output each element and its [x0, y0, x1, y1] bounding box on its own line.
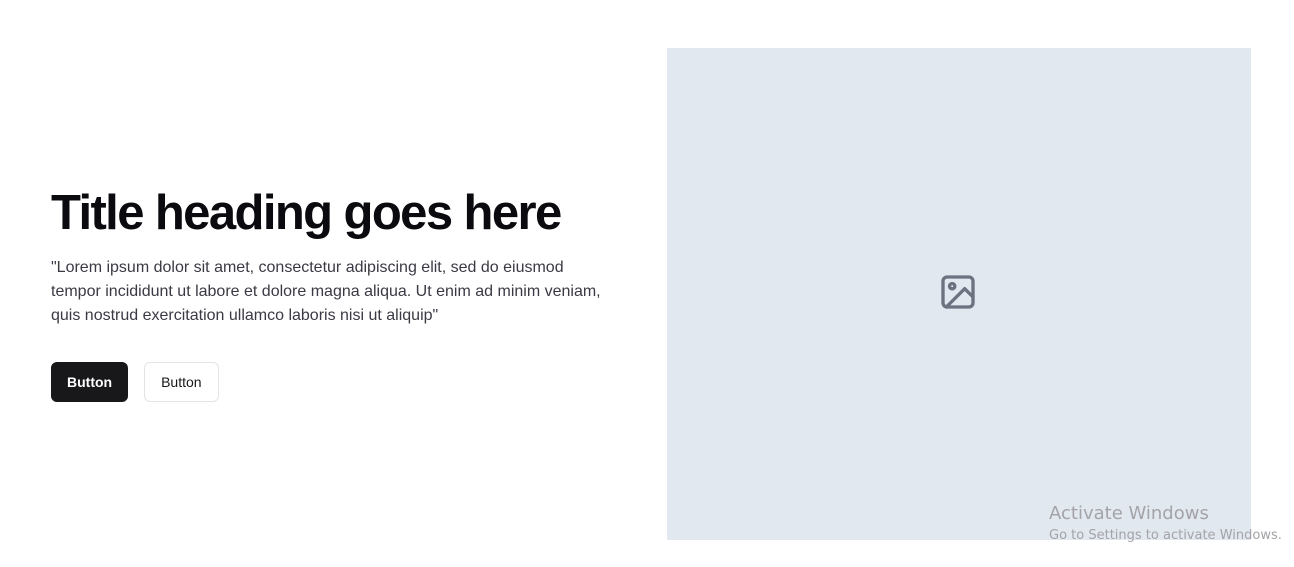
hero-title: Title heading goes here [51, 186, 562, 240]
image-icon [941, 275, 975, 309]
image-placeholder [667, 48, 1251, 540]
watermark-subtitle: Go to Settings to activate Windows. [1049, 528, 1282, 543]
hero-description: "Lorem ipsum dolor sit amet, consectetur… [51, 259, 601, 324]
primary-button[interactable]: Button [51, 362, 129, 402]
watermark-title: Activate Windows [1049, 503, 1209, 524]
secondary-button[interactable]: Button [144, 362, 219, 402]
hero-content: Title heading goes here "Lorem ipsum dol… [51, 184, 631, 402]
activate-windows-watermark: Activate Windows Go to Settings to activ… [1049, 503, 1282, 546]
hero-section: Title heading goes here "Lorem ipsum dol… [0, 0, 1294, 567]
hero-button-group: Button Button [51, 362, 631, 402]
